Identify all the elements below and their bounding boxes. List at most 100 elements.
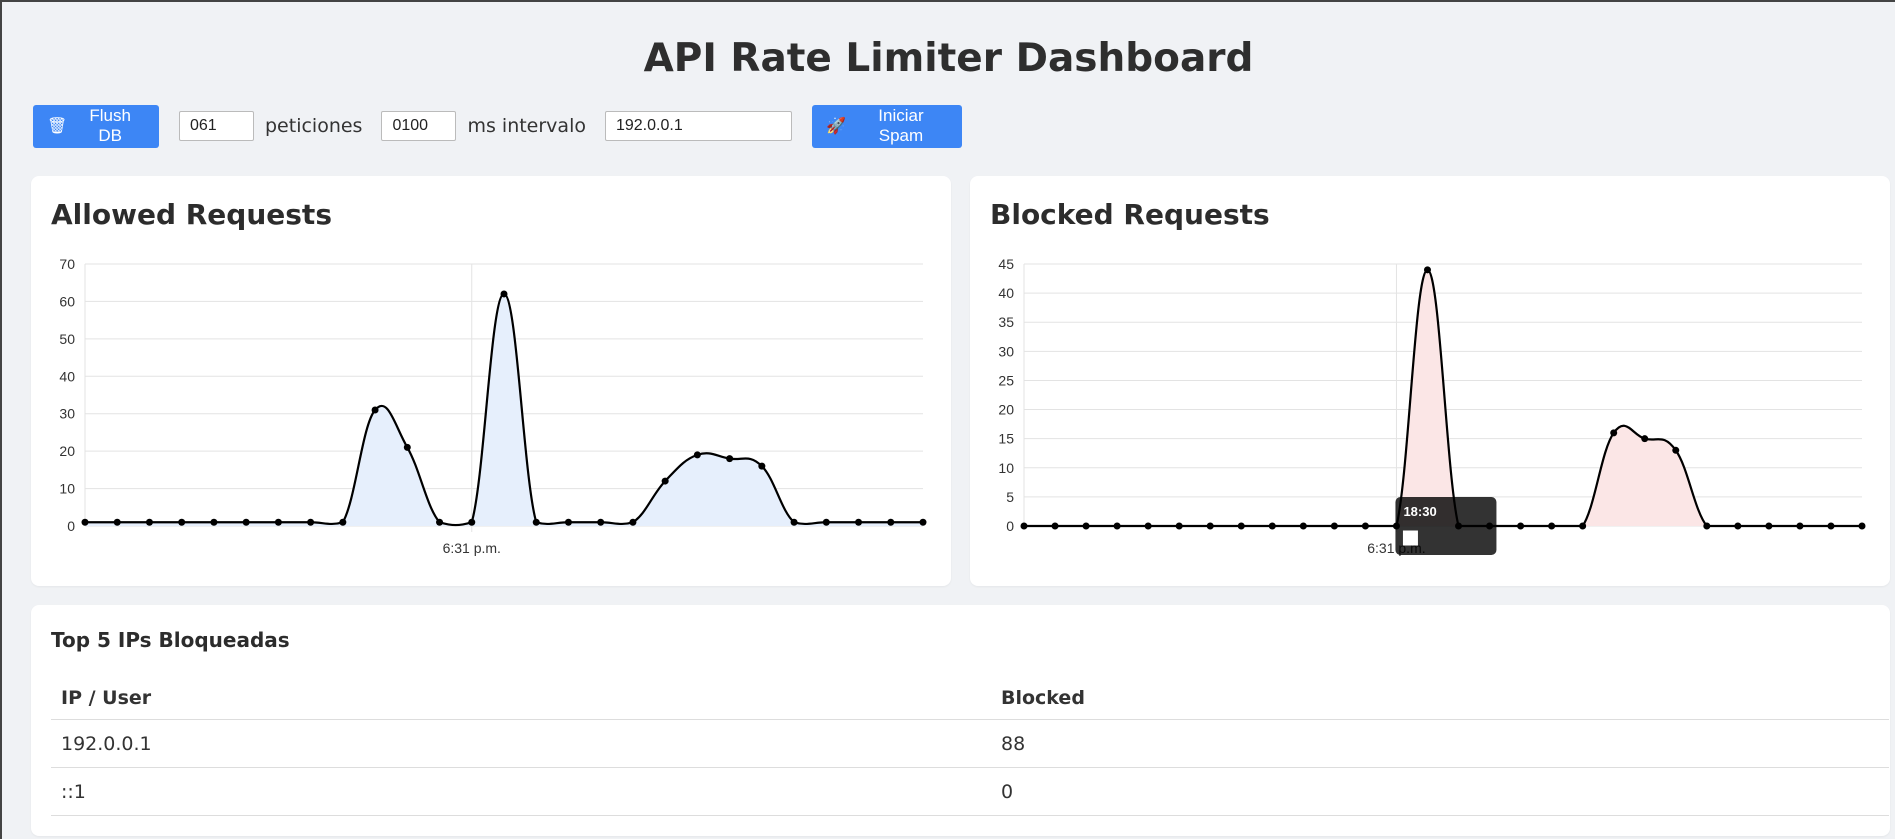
allowed-requests-card: Allowed Requests 0 10 20 30 40 50 60 70 6:31 p.m… xyxy=(31,176,951,586)
blocked-y-tick-label: 20 xyxy=(998,402,1014,418)
blocked-data-point[interactable] xyxy=(1579,522,1587,530)
allowed-data-point[interactable] xyxy=(468,518,476,526)
top-ips-title: Top 5 IPs Bloqueadas xyxy=(51,628,290,652)
allowed-data-point[interactable] xyxy=(178,518,186,526)
start-spam-label: Iniciar Spam xyxy=(878,106,924,145)
allowed-data-point[interactable] xyxy=(339,518,347,526)
allowed-data-point[interactable] xyxy=(758,462,766,470)
blocked-data-point[interactable] xyxy=(1175,522,1183,530)
blocked-y-tick-label: 0 xyxy=(1006,518,1014,534)
allowed-data-point[interactable] xyxy=(371,406,379,414)
allowed-data-point[interactable] xyxy=(564,518,572,526)
allowed-y-tick-label: 10 xyxy=(59,481,75,497)
blocked-data-point[interactable] xyxy=(1144,522,1152,530)
allowed-data-point[interactable] xyxy=(693,451,701,459)
allowed-data-point[interactable] xyxy=(629,518,637,526)
allowed-data-point[interactable] xyxy=(274,518,282,526)
column-header-blocked: Blocked xyxy=(991,677,1889,720)
allowed-y-tick-label: 0 xyxy=(67,518,75,534)
interval-label: ms intervalo xyxy=(467,115,586,137)
blocked-data-point[interactable] xyxy=(1051,522,1059,530)
blocked-data-point[interactable] xyxy=(1858,522,1866,530)
start-spam-button[interactable]: 🚀 Iniciar Spam xyxy=(811,104,962,148)
allowed-x-tick-label: 6:31 p.m. xyxy=(443,540,501,556)
blocked-data-point[interactable] xyxy=(1082,522,1090,530)
ip-input[interactable] xyxy=(604,111,792,141)
allowed-data-point[interactable] xyxy=(242,518,250,526)
page-title: API Rate Limiter Dashboard xyxy=(643,36,1254,81)
blocked-data-point[interactable] xyxy=(1299,522,1307,530)
allowed-y-tick-label: 30 xyxy=(59,406,75,422)
blocked-count-cell: 88 xyxy=(991,719,1889,768)
blocked-y-tick-label: 15 xyxy=(998,431,1014,447)
allowed-data-point[interactable] xyxy=(790,518,798,526)
allowed-y-tick-label: 60 xyxy=(59,293,75,309)
trash-icon: 🗑 xyxy=(47,118,68,135)
allowed-y-tick-label: 40 xyxy=(59,368,75,384)
blocked-y-tick-label: 45 xyxy=(998,256,1014,272)
blocked-data-point[interactable] xyxy=(1206,522,1214,530)
allowed-data-point[interactable] xyxy=(307,518,315,526)
allowed-data-point[interactable] xyxy=(726,455,734,463)
allowed-y-tick-label: 70 xyxy=(59,256,75,272)
blocked-data-point[interactable] xyxy=(1641,435,1649,443)
blocked-data-point[interactable] xyxy=(1734,522,1742,530)
table-row: ::1 0 xyxy=(51,767,1889,816)
blocked-data-point[interactable] xyxy=(1361,522,1369,530)
allowed-y-tick-label: 20 xyxy=(59,443,75,459)
blocked-data-point[interactable] xyxy=(1237,522,1245,530)
blocked-data-point[interactable] xyxy=(1703,522,1711,530)
blocked-data-point[interactable] xyxy=(1268,522,1276,530)
spam-controls: 🗑 Flush DB peticiones ms intervalo 🚀 Ini… xyxy=(33,104,962,148)
allowed-data-point[interactable] xyxy=(532,518,540,526)
allowed-requests-chart: 0 10 20 30 40 50 60 70 6:31 p.m. xyxy=(59,256,927,556)
allowed-data-point[interactable] xyxy=(919,518,927,526)
requests-label: peticiones xyxy=(265,115,363,137)
allowed-data-point[interactable] xyxy=(113,518,121,526)
blocked-data-point[interactable] xyxy=(1423,266,1431,274)
top-ips-table: IP / User Blocked 192.0.0.1 88 ::1 0 xyxy=(51,677,1889,816)
blocked-data-point[interactable] xyxy=(1517,522,1525,530)
blocked-data-point[interactable] xyxy=(1672,446,1680,454)
allowed-data-point[interactable] xyxy=(403,443,411,451)
allowed-data-point[interactable] xyxy=(145,518,153,526)
allowed-data-point[interactable] xyxy=(855,518,863,526)
blocked-y-tick-label: 40 xyxy=(998,285,1014,301)
blocked-y-tick-label: 35 xyxy=(998,314,1014,330)
blocked-data-point[interactable] xyxy=(1113,522,1121,530)
blocked-data-point[interactable] xyxy=(1610,429,1618,437)
allowed-data-point[interactable] xyxy=(81,518,89,526)
allowed-data-point[interactable] xyxy=(436,518,444,526)
blocked-tooltip-title: 18:30 xyxy=(1403,504,1436,519)
flush-db-button[interactable]: 🗑 Flush DB xyxy=(33,104,159,148)
table-header-row: IP / User Blocked xyxy=(51,677,1889,720)
allowed-data-point[interactable] xyxy=(887,518,895,526)
blocked-data-point[interactable] xyxy=(1548,522,1556,530)
allowed-area-fill xyxy=(85,293,923,526)
blocked-data-point[interactable] xyxy=(1020,522,1028,530)
blocked-count-cell: 0 xyxy=(991,767,1889,816)
allowed-data-point[interactable] xyxy=(210,518,218,526)
flush-db-label: Flush DB xyxy=(89,106,131,145)
column-header-ip: IP / User xyxy=(51,677,991,720)
allowed-data-point[interactable] xyxy=(822,518,830,526)
requests-count-input[interactable] xyxy=(179,111,254,141)
blocked-y-tick-label: 5 xyxy=(1006,489,1014,505)
blocked-requests-card: Blocked Requests 0 5 10 15 20 25 30 35 40 45 6:31 … xyxy=(970,176,1890,586)
blocked-y-tick-label: 30 xyxy=(998,343,1014,359)
allowed-data-point[interactable] xyxy=(661,477,669,485)
allowed-data-point[interactable] xyxy=(597,518,605,526)
blocked-data-point[interactable] xyxy=(1330,522,1338,530)
ip-cell: ::1 xyxy=(51,767,991,816)
table-row: 192.0.0.1 88 xyxy=(51,719,1889,768)
blocked-requests-chart: 0510152025303540456:31 p.m.18:30 xyxy=(998,256,1866,556)
interval-input[interactable] xyxy=(381,111,457,141)
blocked-y-tick-label: 25 xyxy=(998,372,1014,388)
top-ips-card: Top 5 IPs Bloqueadas IP / User Blocked 1… xyxy=(31,605,1890,836)
blocked-data-point[interactable] xyxy=(1796,522,1804,530)
blocked-tooltip: 18:30 xyxy=(1395,497,1497,555)
allowed-data-point[interactable] xyxy=(500,290,508,298)
blocked-data-point[interactable] xyxy=(1827,522,1835,530)
blocked-area-fill xyxy=(1024,269,1862,526)
blocked-data-point[interactable] xyxy=(1765,522,1773,530)
